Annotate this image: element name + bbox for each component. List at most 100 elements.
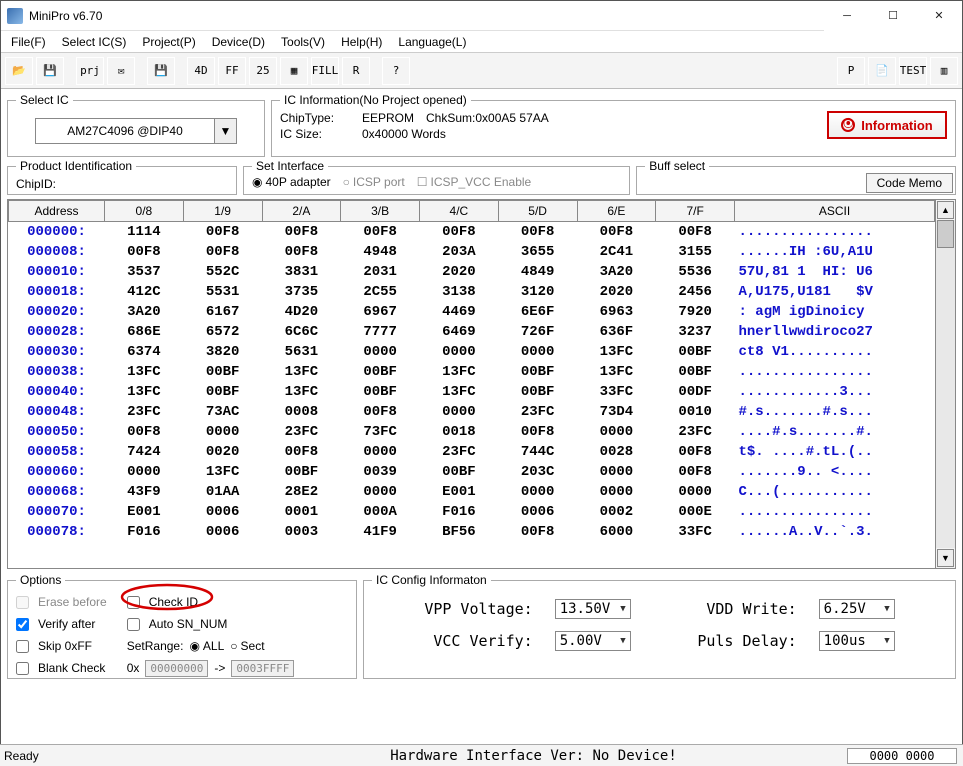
- chk-check-id[interactable]: [127, 596, 140, 609]
- radio-40p-adapter[interactable]: ◉40P adapter: [252, 175, 331, 189]
- hex-cell[interactable]: 4D20: [262, 302, 341, 322]
- hex-cell[interactable]: 73AC: [183, 402, 262, 422]
- hex-header[interactable]: 0/8: [105, 201, 184, 222]
- code-memo-button[interactable]: Code Memo: [866, 173, 953, 193]
- hex-cell[interactable]: 00BF: [420, 462, 499, 482]
- hex-row[interactable]: 000058:7424002000F8000023FC744C002800F8t…: [9, 442, 935, 462]
- hex-cell[interactable]: 00BF: [341, 362, 420, 382]
- hex-cell[interactable]: 4469: [420, 302, 499, 322]
- chk-verify-after[interactable]: [16, 618, 29, 631]
- hex-cell[interactable]: 0006: [498, 502, 577, 522]
- disk-icon[interactable]: 💾: [147, 57, 175, 85]
- hex-cell[interactable]: 00F8: [498, 422, 577, 442]
- hex-cell[interactable]: 00F8: [262, 242, 341, 262]
- hex-row[interactable]: 000028:686E65726C6C77776469726F636F3237h…: [9, 322, 935, 342]
- hex-cell[interactable]: 0000: [656, 482, 735, 502]
- hex-cell[interactable]: 28E2: [262, 482, 341, 502]
- hex-cell[interactable]: 3138: [420, 282, 499, 302]
- hex-cell[interactable]: 13FC: [105, 362, 184, 382]
- hex-cell[interactable]: 7777: [341, 322, 420, 342]
- hex-cell[interactable]: 00F8: [105, 242, 184, 262]
- hex-cell[interactable]: 0000: [577, 462, 656, 482]
- scroll-track[interactable]: [936, 220, 955, 548]
- hex-cell[interactable]: 0000: [105, 462, 184, 482]
- hex-cell[interactable]: 0000: [577, 482, 656, 502]
- hex-cell[interactable]: 6000: [577, 522, 656, 542]
- hex-cell[interactable]: 00F8: [105, 422, 184, 442]
- hex-row[interactable]: 000000:111400F800F800F800F800F800F800F8.…: [9, 222, 935, 243]
- hex-cell[interactable]: 00BF: [262, 462, 341, 482]
- hex-cell[interactable]: 3820: [183, 342, 262, 362]
- hex-cell[interactable]: 00DF: [656, 382, 735, 402]
- hex-cell[interactable]: 0020: [183, 442, 262, 462]
- menu-language[interactable]: Language(L): [392, 33, 472, 51]
- minimize-button[interactable]: ─: [824, 1, 870, 31]
- test-icon[interactable]: TEST: [899, 57, 927, 85]
- fill-icon[interactable]: FILL: [311, 57, 339, 85]
- hex-row[interactable]: 000030:63743820563100000000000013FC00BFc…: [9, 342, 935, 362]
- puls-select[interactable]: 100us▼: [819, 631, 895, 651]
- close-button[interactable]: ✕: [916, 1, 962, 31]
- scroll-up-button[interactable]: ▲: [937, 201, 954, 219]
- hex-table[interactable]: Address0/81/92/A3/B4/C5/D6/E7/FASCII 000…: [8, 200, 935, 542]
- hex-cell[interactable]: 2C55: [341, 282, 420, 302]
- hex-cell[interactable]: 6167: [183, 302, 262, 322]
- radio-setrange-sect[interactable]: ○ Sect: [230, 639, 264, 653]
- scroll-thumb[interactable]: [937, 220, 954, 248]
- hex-cell[interactable]: 2031: [341, 262, 420, 282]
- hex-cell[interactable]: 3831: [262, 262, 341, 282]
- hex-cell[interactable]: 00BF: [183, 362, 262, 382]
- hex-cell[interactable]: 23FC: [105, 402, 184, 422]
- hex-cell[interactable]: 3A20: [577, 262, 656, 282]
- hex-cell[interactable]: E001: [420, 482, 499, 502]
- hex-cell[interactable]: 00F8: [262, 442, 341, 462]
- hex-cell[interactable]: 3120: [498, 282, 577, 302]
- hex-cell[interactable]: 6C6C: [262, 322, 341, 342]
- hex-cell[interactable]: 0018: [420, 422, 499, 442]
- hex-cell[interactable]: 00F8: [498, 522, 577, 542]
- sheet-icon[interactable]: 📄: [868, 57, 896, 85]
- hex-cell[interactable]: 13FC: [262, 362, 341, 382]
- hex-cell[interactable]: 412C: [105, 282, 184, 302]
- hex-header[interactable]: 2/A: [262, 201, 341, 222]
- hex-header[interactable]: 6/E: [577, 201, 656, 222]
- hex-cell[interactable]: 3537: [105, 262, 184, 282]
- hex-cell[interactable]: 552C: [183, 262, 262, 282]
- hex-cell[interactable]: 5631: [262, 342, 341, 362]
- hex-cell[interactable]: 00F8: [341, 402, 420, 422]
- hex-row[interactable]: 000020:3A2061674D20696744696E6F69637920:…: [9, 302, 935, 322]
- chk-auto-sn[interactable]: [127, 618, 140, 631]
- hex-cell[interactable]: 7920: [656, 302, 735, 322]
- hex-cell[interactable]: 1114: [105, 222, 184, 243]
- vpp-select[interactable]: 13.50V▼: [555, 599, 631, 619]
- menu-device[interactable]: Device(D): [206, 33, 271, 51]
- hex-cell[interactable]: 6963: [577, 302, 656, 322]
- hex-cell[interactable]: 23FC: [498, 402, 577, 422]
- search-4d-icon[interactable]: 4D: [187, 57, 215, 85]
- hex-cell[interactable]: 0000: [498, 482, 577, 502]
- hex-cell[interactable]: 00BF: [498, 382, 577, 402]
- hex-cell[interactable]: 4948: [341, 242, 420, 262]
- open-project-icon[interactable]: prj: [76, 57, 104, 85]
- save-icon[interactable]: 💾: [36, 57, 64, 85]
- hex-cell[interactable]: 5531: [183, 282, 262, 302]
- hex-cell[interactable]: 33FC: [577, 382, 656, 402]
- hex-cell[interactable]: 01AA: [183, 482, 262, 502]
- hex-row[interactable]: 000018:412C553137352C553138312020202456A…: [9, 282, 935, 302]
- hex-cell[interactable]: 13FC: [577, 362, 656, 382]
- hex-cell[interactable]: 6967: [341, 302, 420, 322]
- hex-cell[interactable]: 726F: [498, 322, 577, 342]
- hex-cell[interactable]: 13FC: [262, 382, 341, 402]
- hex-cell[interactable]: 0000: [341, 482, 420, 502]
- hex-row[interactable]: 000040:13FC00BF13FC00BF13FC00BF33FC00DF.…: [9, 382, 935, 402]
- hex-cell[interactable]: 0001: [262, 502, 341, 522]
- hex-header[interactable]: 4/C: [420, 201, 499, 222]
- hex-cell[interactable]: 0002: [577, 502, 656, 522]
- hex-cell[interactable]: 0039: [341, 462, 420, 482]
- range-from-input[interactable]: 00000000: [145, 660, 208, 677]
- hex-cell[interactable]: 0000: [420, 402, 499, 422]
- hex-cell[interactable]: 00F8: [183, 242, 262, 262]
- hex-cell[interactable]: 00F8: [498, 222, 577, 243]
- hex-cell[interactable]: 2020: [420, 262, 499, 282]
- hex-cell[interactable]: 3A20: [105, 302, 184, 322]
